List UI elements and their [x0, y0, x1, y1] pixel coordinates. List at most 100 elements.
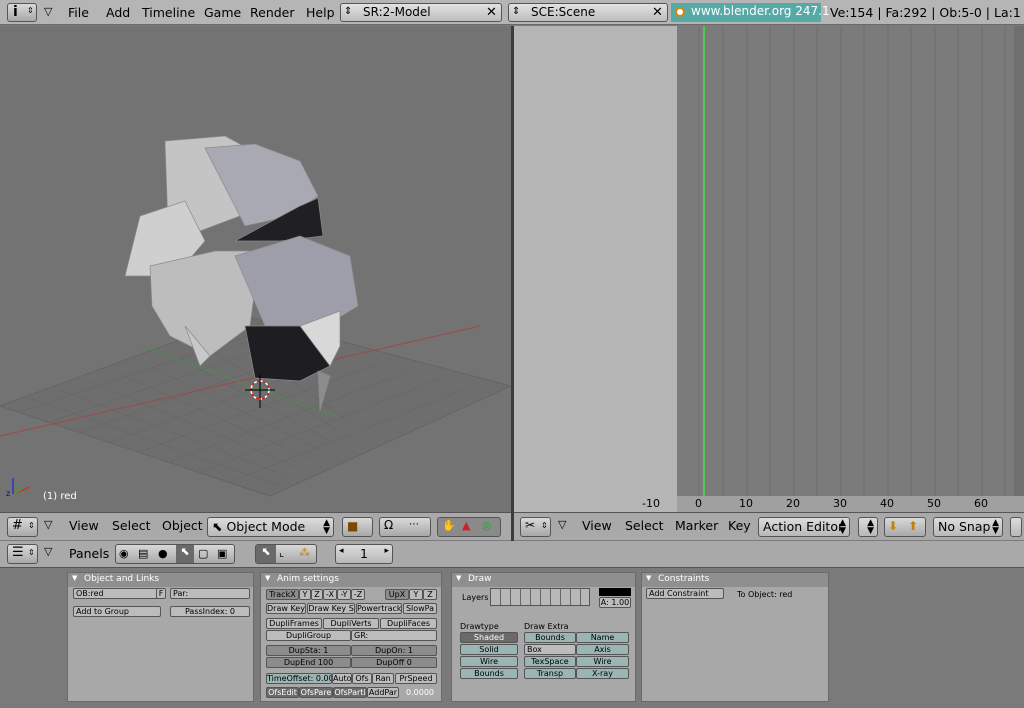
ran-button[interactable]: Ran	[372, 673, 394, 684]
window-type-button[interactable]: ✂ ⇕	[520, 517, 551, 537]
parent-field[interactable]: Par:	[170, 588, 250, 599]
auto-button[interactable]: Auto	[332, 673, 352, 684]
dup-start-field[interactable]: DupSta: 1	[266, 645, 351, 656]
dupligroup-button[interactable]: DupliGroup	[266, 630, 351, 641]
prspeed-button[interactable]: PrSpeed	[395, 673, 437, 684]
panel-title[interactable]: Constraints	[642, 573, 828, 587]
scene-selector[interactable]: ⇕ SCE:Scene ✕	[508, 3, 668, 22]
dup-on-field[interactable]: DupOn: 1	[351, 645, 437, 656]
track-y-button[interactable]: Y	[299, 589, 311, 600]
menu-select[interactable]: Select	[625, 518, 664, 537]
shading-icon[interactable]: ●	[158, 547, 168, 560]
action-browse-button[interactable]: ▲ ▼	[858, 517, 878, 537]
track-z-button[interactable]: Z	[311, 589, 323, 600]
wire-toggle[interactable]: Wire	[576, 656, 629, 667]
ofs-parent-button[interactable]: OfsPare	[299, 687, 333, 698]
axis-toggle[interactable]: Axis	[576, 644, 629, 655]
copy-paste-pose-buttons[interactable]: ⬇ ⬆	[884, 517, 926, 537]
draw-type-button[interactable]: ■	[342, 517, 373, 537]
track-negz-button[interactable]: -Z	[351, 589, 365, 600]
drawtype-shaded-button[interactable]: Shaded	[460, 632, 518, 643]
panel-title[interactable]: Anim settings	[261, 573, 441, 587]
menu-timeline[interactable]: Timeline	[142, 5, 195, 20]
drawtype-solid-button[interactable]: Solid	[460, 644, 518, 655]
paste-up-icon[interactable]: ⬆	[908, 519, 918, 533]
object-name-field[interactable]: OB:red	[73, 588, 161, 599]
transp-toggle[interactable]: Transp	[524, 668, 576, 679]
add-parent-button[interactable]: AddPar	[367, 687, 399, 698]
collapse-menus-icon[interactable]: ▽	[44, 5, 52, 18]
menu-key[interactable]: Key	[728, 518, 751, 537]
dup-off-field[interactable]: DupOff 0	[351, 657, 437, 668]
group-field[interactable]: GR:	[351, 630, 437, 641]
up-x-button[interactable]: UpX	[385, 589, 409, 600]
menu-view[interactable]: View	[69, 518, 99, 537]
object-tab-icon[interactable]: ⬉	[256, 545, 276, 563]
frame-number-field[interactable]: ◂ 1 ▸	[335, 544, 393, 564]
layer-buttons[interactable]	[490, 588, 590, 606]
arrow-right-icon[interactable]: ▸	[384, 546, 389, 556]
object-color-swatch[interactable]	[599, 588, 631, 596]
menu-render[interactable]: Render	[250, 5, 295, 20]
up-z-button[interactable]: Z	[423, 589, 437, 600]
scene-icon[interactable]: ▣	[217, 547, 227, 560]
pivot-button[interactable]: Ω ⋯	[379, 517, 431, 537]
texspace-toggle[interactable]: TexSpace	[524, 656, 576, 667]
arrow-left-icon[interactable]: ◂	[339, 546, 344, 556]
name-toggle[interactable]: Name	[576, 632, 629, 643]
channel-list[interactable]	[514, 26, 677, 512]
blender-url[interactable]: www.blender.org 247.1	[671, 3, 830, 22]
track-x-button[interactable]: TrackX	[266, 589, 299, 600]
add-constraint-button[interactable]: Add Constraint	[646, 588, 724, 599]
screen-selector[interactable]: ⇕ SR:2-Model ✕	[340, 3, 502, 22]
bounds-toggle[interactable]: Bounds	[524, 632, 576, 643]
editor-mode-selector[interactable]: Action Editor ▲ ▼	[758, 517, 850, 537]
bounds-type-dropdown[interactable]: Box	[524, 644, 576, 655]
draw-key-button[interactable]: Draw Key	[266, 603, 306, 614]
drawtype-bounds-button[interactable]: Bounds	[460, 668, 518, 679]
manipulator-button[interactable]: ✋ ▲ ◎	[437, 517, 501, 537]
info-window-type-button[interactable]: i ⇕	[7, 3, 37, 22]
panel-title[interactable]: Draw	[452, 573, 635, 587]
physics-icon[interactable]: ⌞	[279, 546, 284, 559]
slow-parent-button[interactable]: SlowPa	[403, 603, 437, 614]
ofs-edit-button[interactable]: OfsEdit	[266, 687, 299, 698]
add-to-group-button[interactable]: Add to Group	[73, 606, 161, 617]
powertrack-button[interactable]: Powertrack	[356, 603, 402, 614]
xray-toggle[interactable]: X-ray	[576, 668, 629, 679]
object-icon[interactable]: ⬉	[176, 545, 194, 563]
object-subcontext-buttons[interactable]: ⬉ ⌞ ⁂	[255, 544, 317, 564]
snap-selector[interactable]: No Snap ▲ ▼	[933, 517, 1003, 537]
action-scrollbar[interactable]	[1014, 26, 1024, 496]
close-icon[interactable]: ✕	[484, 5, 499, 20]
f-button[interactable]: F	[156, 588, 166, 599]
menu-game[interactable]: Game	[204, 5, 241, 20]
lock-button[interactable]	[1010, 517, 1022, 537]
logic-icon[interactable]: ◉	[119, 547, 129, 560]
draw-key-sel-button[interactable]: Draw Key S	[307, 603, 355, 614]
track-negy-button[interactable]: -Y	[337, 589, 351, 600]
editing-icon[interactable]: ▢	[198, 547, 208, 560]
window-type-button[interactable]: ☰ ⇕	[7, 544, 38, 564]
track-negx-button[interactable]: -X	[323, 589, 337, 600]
ofs-button[interactable]: Ofs	[352, 673, 372, 684]
menu-marker[interactable]: Marker	[675, 518, 718, 537]
particles-icon[interactable]: ⁂	[299, 546, 310, 559]
alpha-field[interactable]: A: 1.00	[599, 597, 631, 608]
up-y-button[interactable]: Y	[409, 589, 423, 600]
duplifaces-button[interactable]: DupliFaces	[380, 618, 437, 629]
close-icon[interactable]: ✕	[650, 5, 665, 20]
ofs-particle-button[interactable]: OfsParti	[333, 687, 367, 698]
menu-view[interactable]: View	[582, 518, 612, 537]
menu-select[interactable]: Select	[112, 518, 151, 537]
context-buttons[interactable]: ◉ ▤ ● ⬉ ▢ ▣	[115, 544, 235, 564]
mode-selector[interactable]: ⬉ Object Mode ▲ ▼	[207, 517, 334, 537]
copy-down-icon[interactable]: ⬇	[888, 519, 898, 533]
collapse-menus-icon[interactable]: ▽	[44, 518, 52, 537]
menu-help[interactable]: Help	[306, 5, 335, 20]
time-offset-field[interactable]: TimeOffset: 0.00	[266, 673, 332, 684]
menu-file[interactable]: File	[68, 5, 89, 20]
3d-viewport[interactable]: z (1) red	[0, 26, 511, 512]
dupliframes-button[interactable]: DupliFrames	[266, 618, 322, 629]
action-editor[interactable]: -10 0 10 20 30 40 50 60	[514, 26, 1024, 512]
